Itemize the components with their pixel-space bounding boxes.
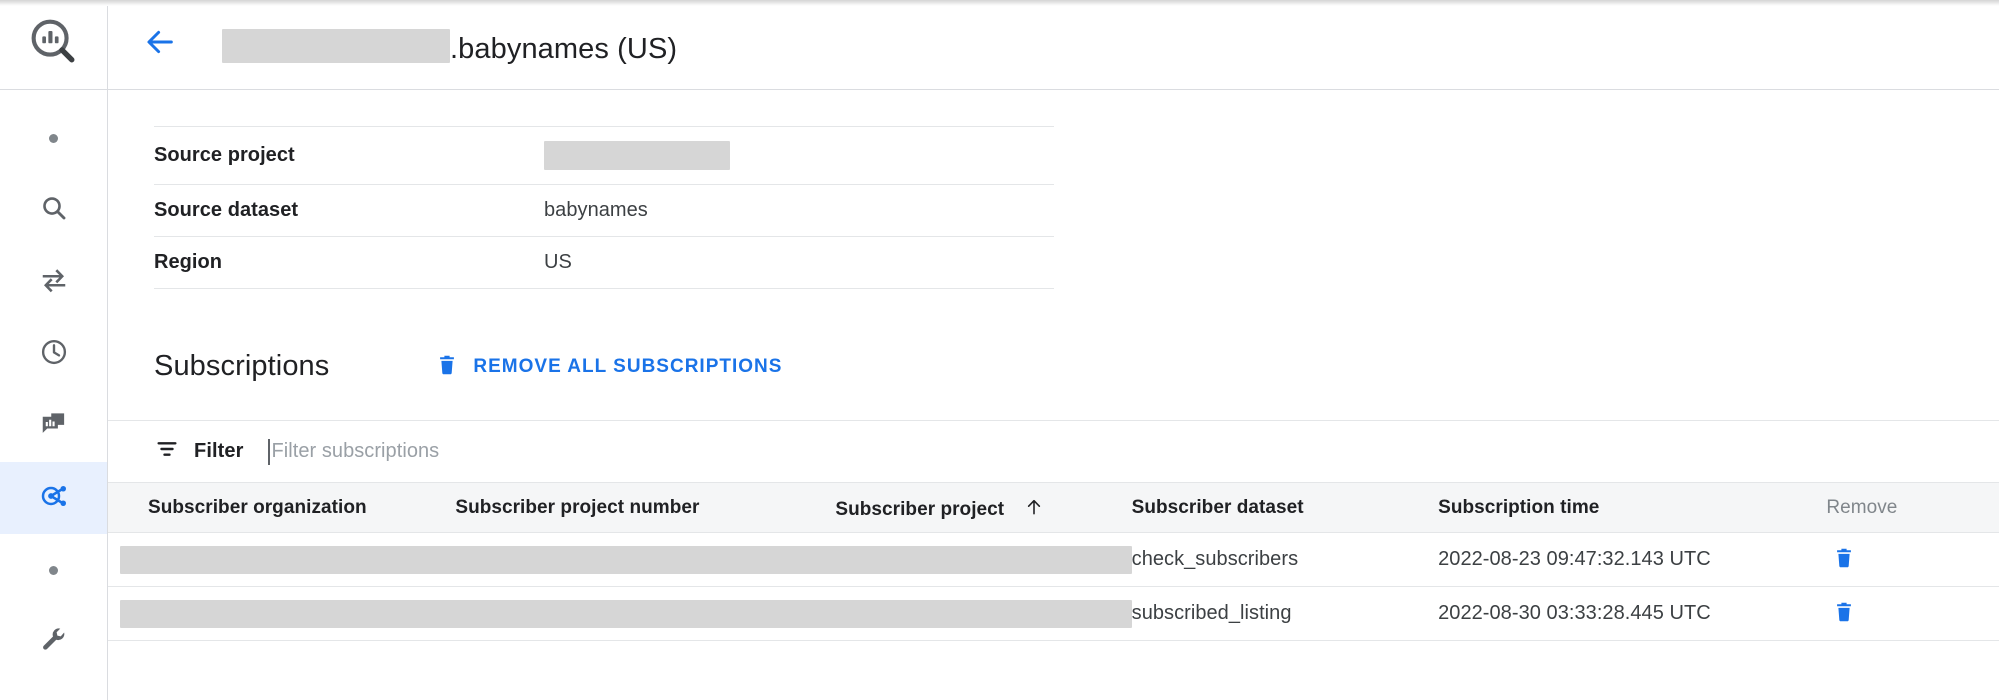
subscriptions-table-body: check_subscribers 2022-08-23 09:47:32.14… [108, 533, 1999, 641]
filter-icon[interactable] [154, 436, 180, 467]
back-button[interactable] [134, 19, 186, 71]
cell-subscriber-dataset: check_subscribers [1132, 533, 1438, 587]
dot-icon [49, 566, 58, 575]
subscriptions-table-head: Subscriber organization Subscriber proje… [108, 483, 1999, 533]
cell-subscription-time: 2022-08-30 03:33:28.445 UTC [1438, 587, 1826, 641]
rail-item-list [0, 90, 107, 678]
detail-label-region: Region [154, 237, 544, 289]
redacted-subscriber-identity [120, 600, 1132, 628]
sidebar-item-data-sharing[interactable] [0, 462, 107, 534]
trash-icon [435, 353, 459, 380]
column-header-label: Subscriber dataset [1132, 497, 1304, 518]
sidebar-item-scheduled-queries[interactable] [0, 318, 107, 390]
detail-label-source-dataset: Source dataset [154, 185, 544, 237]
page-title-suffix: .babynames (US) [450, 33, 677, 66]
text-caret [268, 439, 270, 465]
column-header-label: Remove [1826, 497, 1897, 518]
top-shadow [0, 0, 1999, 6]
remove-all-subscriptions-label: REMOVE ALL SUBSCRIPTIONS [473, 356, 782, 378]
column-header-label: Subscriber project number [455, 497, 699, 518]
transfers-icon [39, 265, 69, 300]
row-redacted-identity-cell [108, 587, 1132, 641]
page-header: .babynames (US) [108, 0, 1999, 90]
detail-value-source-project [544, 127, 1054, 185]
detail-value-source-dataset: babynames [544, 185, 1054, 237]
column-header-subscriber-dataset[interactable]: Subscriber dataset [1132, 483, 1438, 533]
cell-remove [1826, 533, 1999, 587]
subscriptions-table: Subscriber organization Subscriber proje… [108, 482, 1999, 641]
detail-label-source-project: Source project [154, 127, 544, 185]
table-row[interactable]: subscribed_listing 2022-08-30 03:33:28.4… [108, 587, 1999, 641]
sidebar-item-transfers[interactable] [0, 246, 107, 318]
detail-row-region: Region US [154, 237, 1054, 289]
filter-input[interactable] [272, 440, 832, 463]
app-root: .babynames (US) Source project Source da… [0, 0, 1999, 700]
column-header-label: Subscriber organization [148, 497, 367, 518]
redacted-project-name [222, 29, 450, 63]
sidebar-item-analytics-hub[interactable] [0, 390, 107, 462]
trash-icon [1832, 600, 1856, 627]
bigquery-logo-icon [28, 16, 80, 73]
bigquery-logo[interactable] [0, 0, 107, 90]
row-redacted-identity-cell [108, 533, 1132, 587]
cell-remove [1826, 587, 1999, 641]
subscriptions-header: Subscriptions REMOVE ALL SUBSCRIPTIONS [154, 345, 1999, 388]
left-rail [0, 0, 108, 700]
page-content: Source project Source dataset babynames … [108, 126, 1999, 641]
column-header-label: Subscriber project [835, 499, 1004, 520]
data-sharing-icon [39, 481, 69, 516]
column-header-remove: Remove [1826, 483, 1999, 533]
cell-subscription-time: 2022-08-23 09:47:32.143 UTC [1438, 533, 1826, 587]
filter-label: Filter [194, 440, 244, 463]
column-header-subscription-time[interactable]: Subscription time [1438, 483, 1826, 533]
sidebar-item-dot-top[interactable] [0, 102, 107, 174]
sidebar-item-dot-bottom[interactable] [0, 534, 107, 606]
sort-arrow-up-icon [1024, 497, 1044, 523]
analytics-hub-icon [39, 409, 69, 444]
scheduled-queries-clock-icon [39, 337, 69, 372]
detail-row-source-dataset: Source dataset babynames [154, 185, 1054, 237]
redacted-source-project [544, 141, 730, 170]
remove-subscription-button[interactable] [1826, 540, 1862, 579]
column-header-subscriber-project-number[interactable]: Subscriber project number [455, 483, 835, 533]
column-header-subscriber-organization[interactable]: Subscriber organization [108, 483, 455, 533]
detail-row-source-project: Source project [154, 127, 1054, 185]
search-icon [39, 193, 69, 228]
sidebar-item-search[interactable] [0, 174, 107, 246]
main-pane: .babynames (US) Source project Source da… [108, 0, 1999, 700]
wrench-icon [39, 625, 69, 660]
column-header-subscriber-project[interactable]: Subscriber project [835, 483, 1131, 533]
column-header-label: Subscription time [1438, 497, 1599, 518]
filter-bar: Filter [108, 420, 1999, 482]
sidebar-item-settings[interactable] [0, 606, 107, 678]
redacted-subscriber-identity [120, 546, 1132, 574]
table-row[interactable]: check_subscribers 2022-08-23 09:47:32.14… [108, 533, 1999, 587]
subscriptions-title: Subscriptions [154, 350, 329, 383]
remove-all-subscriptions-button[interactable]: REMOVE ALL SUBSCRIPTIONS [425, 345, 792, 388]
back-arrow-icon [143, 25, 177, 64]
filter-input-wrap[interactable] [268, 432, 1999, 472]
trash-icon [1832, 546, 1856, 573]
dot-icon [49, 134, 58, 143]
cell-subscriber-dataset: subscribed_listing [1132, 587, 1438, 641]
listing-details-table: Source project Source dataset babynames … [154, 126, 1054, 289]
detail-value-region: US [544, 237, 1054, 289]
remove-subscription-button[interactable] [1826, 594, 1862, 633]
table-header-row: Subscriber organization Subscriber proje… [108, 483, 1999, 533]
page-title: .babynames (US) [222, 24, 677, 66]
